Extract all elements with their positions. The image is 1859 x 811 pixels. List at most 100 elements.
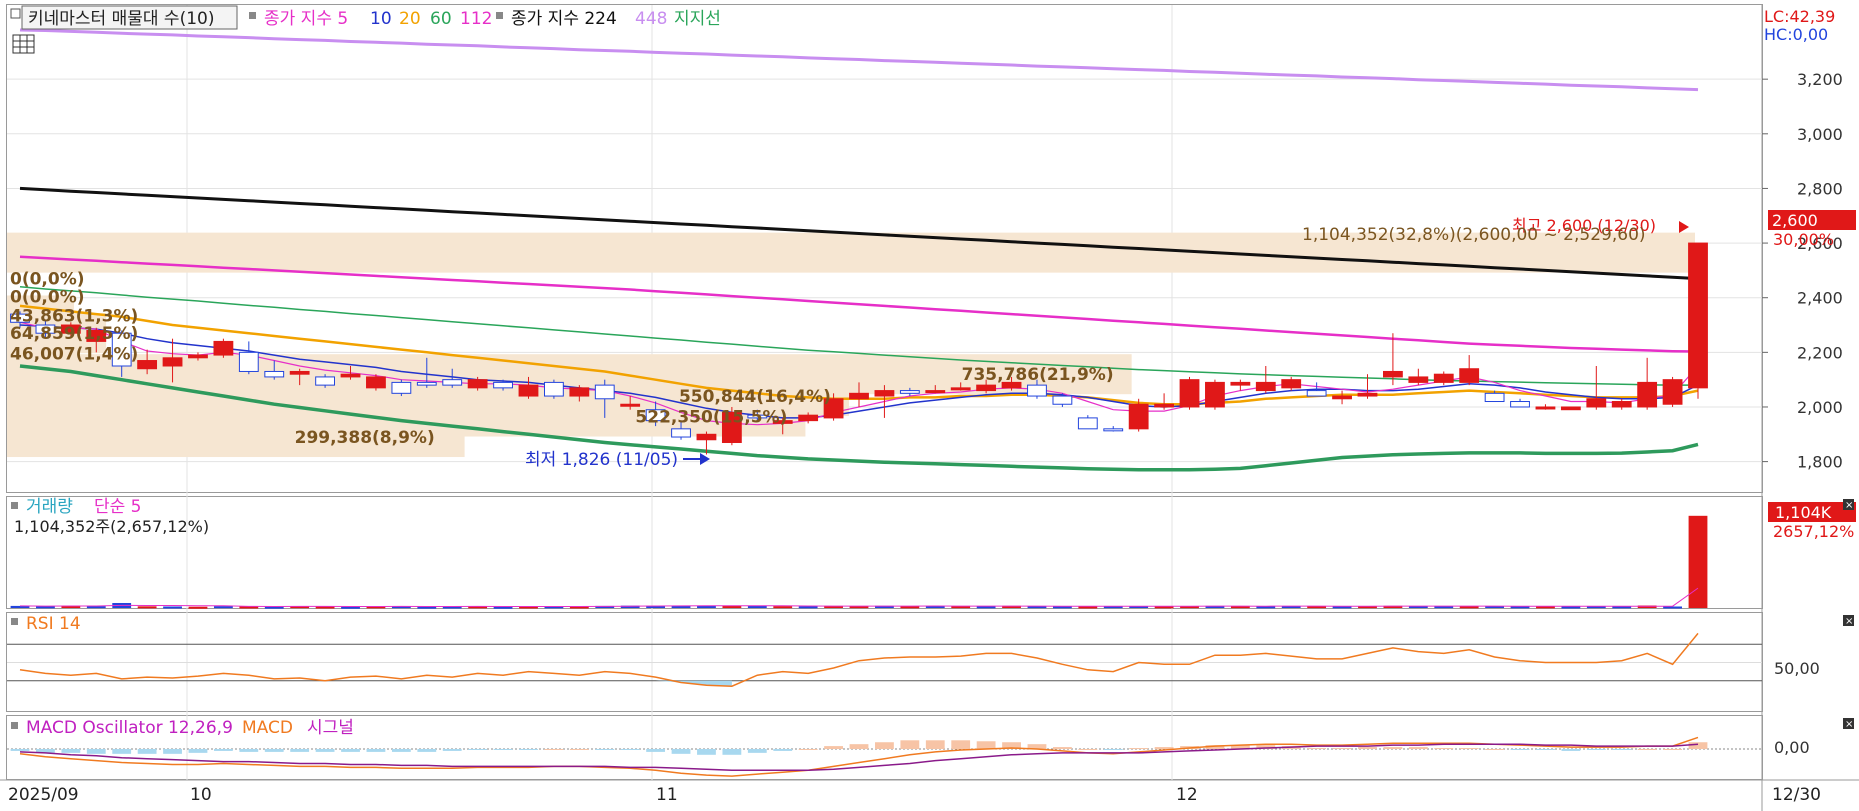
x-label-sep: 2025/09 (8, 785, 79, 805)
legend-ma-10: 10 (370, 9, 392, 29)
macd-oscillator-bar (1408, 747, 1428, 749)
candle-body (1586, 398, 1607, 408)
volume-profile-label: 522,350(15,5%) (635, 408, 787, 428)
candle-body (391, 381, 412, 394)
legend-checkbox-profile[interactable] (10, 8, 21, 19)
candle-body (1154, 403, 1174, 408)
legend-support: 지지선 (674, 9, 721, 29)
rsi-title: RSI 14 (26, 614, 81, 634)
candle-body (340, 373, 361, 378)
volume-close-icon[interactable]: × (1843, 499, 1854, 511)
macd-oscillator-bar (1510, 749, 1530, 750)
stock-chart[interactable]: 0(0,0%)0(0,0%)43,863(1,3%)64,859(1,5%)46… (0, 0, 1859, 811)
macd-oscillator-bar (1612, 749, 1632, 750)
legend-volume-profile: 키네마스터 매물대 수(10) (28, 9, 214, 29)
macd-oscillator-bar (163, 749, 182, 754)
rsi-tick-label: 50,00 (1774, 659, 1820, 678)
volume-bar (1459, 606, 1479, 609)
volume-bar (213, 606, 233, 609)
price-tick-label: 2,000 (1797, 398, 1843, 417)
candle-body (1535, 406, 1556, 410)
macd-label: MACD (242, 718, 293, 738)
legend-ma-224: 종가 지수 224 (511, 9, 617, 29)
legend-ma-20: 20 (399, 9, 421, 29)
x-label-dec: 12 (1176, 785, 1198, 805)
macd-oscillator-bar (1052, 747, 1072, 749)
macd-close-icon[interactable]: × (1843, 718, 1854, 730)
candle-body (1230, 381, 1251, 386)
candle-body (620, 403, 641, 407)
volume-bar (722, 605, 742, 608)
macd-oscillator-bar (722, 749, 742, 755)
macd-oscillator-bar (875, 742, 894, 749)
legend-ma-5: 종가 지수 5 (264, 9, 348, 29)
current-price-label: 2,600 (1772, 211, 1818, 230)
macd-oscillator-bar (1561, 749, 1581, 751)
candle-body (162, 357, 183, 367)
macd-oscillator-bar (747, 749, 767, 753)
candle-body (518, 384, 539, 397)
macd-oscillator-bar (849, 744, 869, 749)
candle-body (1484, 392, 1505, 403)
candle-body (1688, 242, 1708, 389)
candle-body (1306, 390, 1327, 397)
price-tick-label: 2,200 (1797, 343, 1843, 362)
volume-profile-label: 299,388(8,9%) (295, 428, 435, 448)
macd-oscillator-bar (595, 749, 615, 750)
price-tick-label: 1,800 (1797, 453, 1843, 472)
macd-oscillator-bar (1103, 749, 1123, 750)
candle-body (1510, 401, 1530, 408)
candle-body (696, 433, 717, 441)
rsi-legend-marker (11, 618, 18, 625)
candle-body (1077, 417, 1098, 430)
macd-oscillator-bar (493, 749, 513, 750)
candle-body (1357, 392, 1378, 397)
x-label-nov: 11 (656, 785, 678, 805)
volume-axis-label: 1,104K (1775, 503, 1832, 522)
price-tick-label: 3,000 (1797, 125, 1843, 144)
macd-oscillator-bar (290, 749, 310, 752)
volume-profile-label: 735,786(21,9%) (962, 365, 1114, 385)
candle-body (315, 376, 335, 386)
candle-body (1433, 373, 1454, 383)
macd-oscillator-bar (188, 749, 208, 753)
candle-body (1611, 401, 1632, 408)
macd-oscillator-bar (315, 749, 335, 752)
candle-body (1255, 381, 1276, 392)
candle-body (1332, 395, 1352, 400)
candle-body (976, 384, 997, 392)
macd-oscillator-bar (569, 749, 589, 750)
macd-oscillator-bar (341, 749, 360, 752)
candle-body (1052, 395, 1073, 405)
candle-body (1205, 381, 1225, 408)
volume-legend-marker (11, 502, 18, 509)
current-price-pct: 30,00% (1773, 230, 1834, 249)
candle-body (188, 354, 208, 359)
macd-oscillator-bar (1332, 748, 1352, 750)
volume-bar (798, 606, 818, 609)
candle-body (1408, 376, 1429, 383)
macd-oscillator-bar (1129, 748, 1149, 750)
macd-legend-marker (11, 722, 18, 729)
macd-oscillator-bar (1434, 748, 1454, 750)
macd-oscillator-bar (1586, 749, 1606, 750)
macd-oscillator-bar (519, 749, 538, 750)
table-icon[interactable] (12, 34, 35, 54)
macd-oscillator-bar (1307, 748, 1327, 750)
candle-body (1179, 379, 1200, 408)
legend-ma-448: 448 (635, 9, 667, 29)
candle-body (493, 381, 513, 389)
macd-oscillator-bar (1637, 749, 1657, 750)
x-label-oct: 10 (190, 785, 212, 805)
lc-readout: LC:42,39 (1764, 7, 1835, 26)
volume-bar (1663, 606, 1682, 609)
macd-oscillator-bar (239, 749, 259, 752)
candle-body (1027, 384, 1047, 397)
rsi-close-icon[interactable]: × (1843, 615, 1854, 627)
volume-bar (1078, 606, 1098, 609)
macd-oscillator-bar (442, 749, 462, 751)
volume-bar (341, 606, 360, 609)
candle-body (899, 390, 920, 394)
svg-text:×: × (1845, 500, 1853, 511)
svg-text:×: × (1845, 616, 1853, 627)
